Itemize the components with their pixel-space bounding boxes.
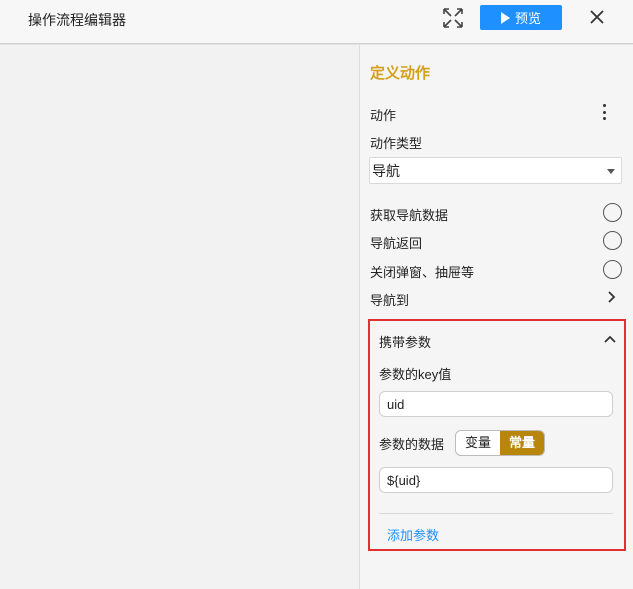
params-title: 携带参数 [379, 335, 432, 350]
preview-label: 预览 [514, 11, 541, 26]
param-data-label: 参数的数据 [379, 437, 445, 452]
chevron-up-icon[interactable] [604, 334, 616, 346]
param-key-label: 参数的key值 [379, 367, 452, 382]
option-label: 导航返回 [370, 236, 423, 251]
option-radio[interactable] [603, 203, 622, 222]
option-radio[interactable] [603, 260, 622, 279]
top-bar: 操作流程编辑器 预览 [0, 0, 633, 44]
action-type-label: 动作类型 [370, 136, 423, 151]
app-title: 操作流程编辑器 [28, 12, 126, 28]
play-icon [500, 11, 510, 24]
flow-canvas[interactable] [0, 45, 359, 589]
param-key-input[interactable] [379, 391, 613, 417]
navigate-to-label[interactable]: 导航到 [370, 290, 409, 309]
option-label: 关闭弹窗、抽屉等 [370, 265, 475, 280]
option-label: 获取导航数据 [370, 208, 449, 223]
chevron-right-icon[interactable] [605, 291, 617, 303]
add-param-link[interactable]: 添加参数 [387, 525, 439, 544]
close-icon[interactable] [587, 7, 607, 27]
preview-button[interactable]: 预览 [480, 5, 562, 30]
expand-icon[interactable] [441, 6, 465, 30]
toggle-variable[interactable]: 变量 [456, 431, 500, 455]
param-data-input[interactable] [379, 467, 613, 493]
panel-title: 定义动作 [370, 65, 431, 82]
toggle-constant[interactable]: 常量 [500, 431, 545, 455]
carry-params-section: 携带参数 参数的key值 参数的数据 变量 常量 添加参数 [368, 319, 626, 551]
action-type-select[interactable]: 导航 [369, 157, 622, 184]
divider [379, 513, 613, 514]
action-type-value: 导航 [372, 162, 400, 179]
action-panel: 定义动作 动作 动作类型 导航 获取导航数据 导航返回 关闭弹窗、抽屉等 导航到… [359, 45, 633, 589]
action-label: 动作 [370, 108, 397, 123]
param-type-toggle: 变量 常量 [455, 430, 546, 456]
option-radio[interactable] [603, 231, 622, 250]
caret-down-icon [607, 169, 615, 174]
more-vertical-icon[interactable] [600, 104, 608, 120]
